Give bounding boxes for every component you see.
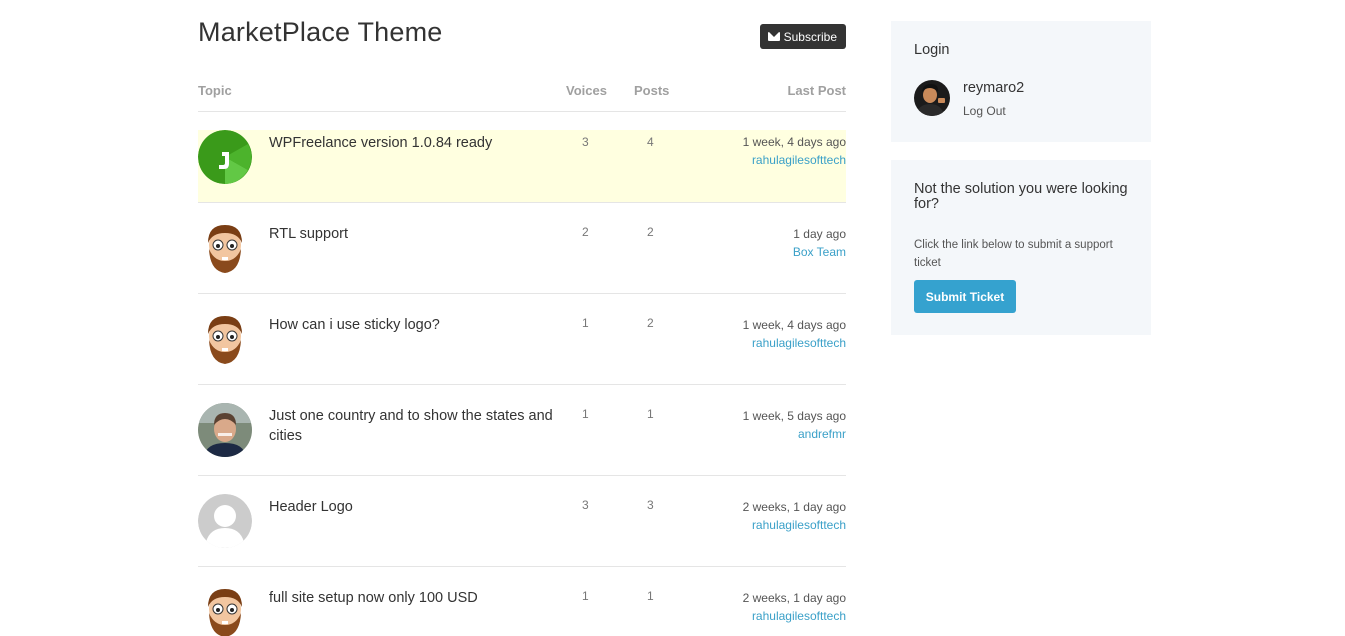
topic-title-link[interactable]: RTL support bbox=[269, 224, 569, 244]
support-widget-title: Not the solution you were looking for? bbox=[914, 181, 1128, 212]
freshness-author-link[interactable]: rahulagilesofttech bbox=[743, 516, 846, 534]
cartoon-beard-avatar[interactable] bbox=[198, 585, 252, 636]
topic-row: Just one country and to show the states … bbox=[198, 385, 846, 476]
header-posts: Posts bbox=[634, 83, 670, 98]
subscribe-label: Subscribe bbox=[783, 29, 837, 44]
topic-row: RTL support 2 2 1 day ago Box Team bbox=[198, 203, 846, 294]
header-last-post: Last Post bbox=[787, 83, 846, 98]
freshness-time[interactable]: 2 weeks, 1 day ago bbox=[743, 498, 846, 516]
topic-title-link[interactable]: How can i use sticky logo? bbox=[269, 315, 569, 335]
header-voices: Voices bbox=[566, 83, 607, 98]
cartoon-beard-avatar[interactable] bbox=[198, 221, 252, 275]
topic-posts: 1 bbox=[647, 407, 654, 421]
topic-posts: 1 bbox=[647, 589, 654, 603]
topic-title-link[interactable]: full site setup now only 100 USD bbox=[269, 588, 569, 608]
freshness-author-link[interactable]: andrefmr bbox=[743, 425, 846, 443]
topic-title-link[interactable]: Header Logo bbox=[269, 497, 569, 517]
topic-freshness: 2 weeks, 1 day ago rahulagilesofttech bbox=[743, 498, 846, 534]
default-user-avatar[interactable] bbox=[198, 494, 252, 548]
freshness-author-link[interactable]: rahulagilesofttech bbox=[743, 607, 846, 625]
forum-title: MarketPlace Theme bbox=[198, 17, 443, 47]
support-widget: Not the solution you were looking for? C… bbox=[891, 160, 1151, 335]
topic-row: Header Logo 3 3 2 weeks, 1 day ago rahul… bbox=[198, 476, 846, 567]
topic-voices: 3 bbox=[582, 498, 589, 512]
user-avatar[interactable] bbox=[914, 80, 950, 116]
freshness-author-link[interactable]: rahulagilesofttech bbox=[743, 334, 846, 352]
freshness-time[interactable]: 1 day ago bbox=[793, 225, 846, 243]
subscribe-button[interactable]: Subscribe bbox=[759, 24, 846, 49]
photo-avatar[interactable] bbox=[198, 403, 252, 457]
freshness-time[interactable]: 1 week, 4 days ago bbox=[743, 133, 846, 151]
freshness-time[interactable]: 1 week, 5 days ago bbox=[743, 407, 846, 425]
logout-link[interactable]: Log Out bbox=[963, 104, 1006, 118]
topic-posts: 3 bbox=[647, 498, 654, 512]
topic-freshness: 1 week, 4 days ago rahulagilesofttech bbox=[743, 316, 846, 352]
topic-voices: 1 bbox=[582, 316, 589, 330]
topic-freshness: 1 week, 5 days ago andrefmr bbox=[743, 407, 846, 443]
topic-title-link[interactable]: WPFreelance version 1.0.84 ready bbox=[269, 133, 569, 153]
topic-posts: 4 bbox=[647, 135, 654, 149]
username-link[interactable]: reymaro2 bbox=[963, 80, 1024, 96]
header-topic: Topic bbox=[198, 83, 232, 98]
topic-freshness: 1 week, 4 days ago rahulagilesofttech bbox=[743, 133, 846, 169]
cartoon-beard-avatar[interactable] bbox=[198, 312, 252, 366]
topic-freshness: 1 day ago Box Team bbox=[793, 225, 846, 261]
topic-row: WPFreelance version 1.0.84 ready 3 4 1 w… bbox=[198, 130, 846, 202]
topic-voices: 1 bbox=[582, 589, 589, 603]
support-widget-text: Click the link below to submit a support… bbox=[914, 239, 1113, 269]
login-widget: Login reymaro2 Log Out bbox=[891, 21, 1151, 142]
freshness-author-link[interactable]: Box Team bbox=[793, 243, 846, 261]
wpfreelance-logo-avatar[interactable] bbox=[198, 130, 252, 184]
freshness-time[interactable]: 1 week, 4 days ago bbox=[743, 316, 846, 334]
topic-voices: 1 bbox=[582, 407, 589, 421]
login-widget-title: Login bbox=[914, 42, 950, 58]
envelope-icon bbox=[767, 32, 780, 41]
topic-freshness: 2 weeks, 1 day ago rahulagilesofttech bbox=[743, 589, 846, 625]
page: MarketPlace Theme Subscribe Topic Voices… bbox=[0, 0, 1345, 636]
topic-row: full site setup now only 100 USD 1 1 2 w… bbox=[198, 567, 846, 636]
topic-posts: 2 bbox=[647, 225, 654, 239]
topic-row: How can i use sticky logo? 1 2 1 week, 4… bbox=[198, 294, 846, 385]
topic-voices: 2 bbox=[582, 225, 589, 239]
topic-title-link[interactable]: Just one country and to show the states … bbox=[269, 406, 569, 446]
topic-voices: 3 bbox=[582, 135, 589, 149]
submit-ticket-button[interactable]: Submit Ticket bbox=[914, 280, 1016, 313]
freshness-author-link[interactable]: rahulagilesofttech bbox=[743, 151, 846, 169]
topics-table-header: Topic Voices Posts Last Post bbox=[198, 78, 846, 112]
freshness-time[interactable]: 2 weeks, 1 day ago bbox=[743, 589, 846, 607]
topic-posts: 2 bbox=[647, 316, 654, 330]
